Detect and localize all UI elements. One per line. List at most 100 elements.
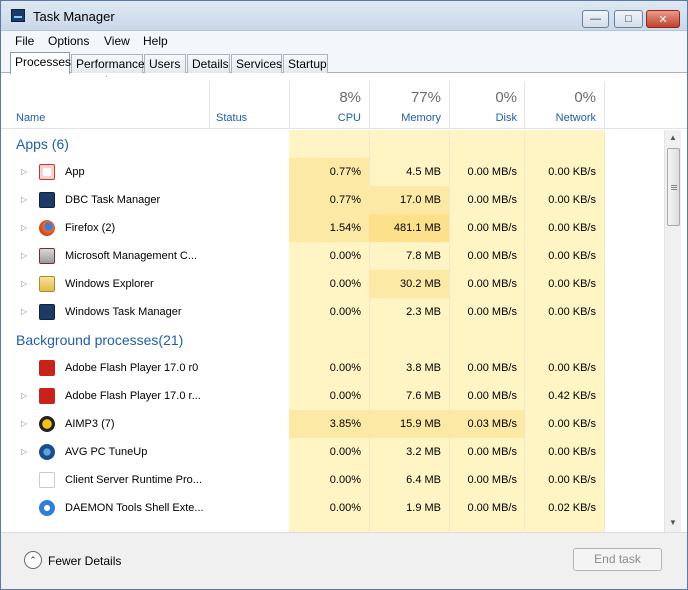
memory-value: 17.0 MB	[400, 194, 441, 206]
grip-icon	[671, 185, 677, 186]
app-icon	[39, 164, 55, 180]
disk-value: 0.00 MB/s	[467, 222, 517, 234]
vertical-scrollbar[interactable]: ▲ ▼	[664, 130, 681, 532]
network-value: 0.42 KB/s	[548, 390, 596, 402]
network-value: 0.00 KB/s	[548, 446, 596, 458]
expand-arrow-icon[interactable]: ▷	[21, 279, 27, 288]
cpu-value: 0.77%	[329, 194, 361, 206]
expand-arrow-icon[interactable]: ▷	[21, 251, 27, 260]
end-task-button[interactable]: End task	[573, 548, 662, 571]
process-name: Windows Explorer	[65, 278, 154, 290]
process-row[interactable]: ▷ AIMP3 (7) 3.85% 15.9 MB 0.03 MB/s 0.00 KB/s	[1, 410, 664, 438]
expand-arrow-icon[interactable]: ▷	[21, 447, 27, 456]
group-header-background[interactable]: Background processes(21)	[16, 332, 183, 348]
column-header: Name Status 8% CPU 77% Memory 0% Disk 0%…	[1, 77, 687, 129]
tab-users[interactable]: Users	[144, 54, 186, 73]
memory-value: 3.8 MB	[406, 362, 441, 374]
footer: ⌃ Fewer Details End task	[1, 532, 687, 589]
network-value: 0.00 KB/s	[548, 250, 596, 262]
flash-icon	[39, 388, 55, 404]
process-row[interactable]: ▷ Windows Task Manager 0.00% 2.3 MB 0.00 MB/…	[1, 298, 664, 326]
expand-arrow-icon[interactable]: ▷	[21, 223, 27, 232]
tab-services[interactable]: Services	[231, 54, 282, 73]
avg-icon	[39, 444, 55, 460]
cpu-value: 0.00%	[329, 474, 361, 486]
network-value: 0.00 KB/s	[548, 166, 596, 178]
expand-arrow-icon[interactable]: ▷	[21, 307, 27, 316]
expand-arrow-icon[interactable]: ▷	[21, 391, 27, 400]
cpu-value: 0.00%	[329, 446, 361, 458]
process-row[interactable]: ▷ AVG PC TuneUp 0.00% 3.2 MB 0.00 MB/s 0.00 K…	[1, 438, 664, 466]
maximize-button[interactable]: □	[614, 10, 643, 28]
cpu-value: 0.00%	[329, 362, 361, 374]
scroll-down-icon[interactable]: ▼	[669, 518, 677, 527]
cpu-value: 0.00%	[329, 278, 361, 290]
cpu-value: 0.00%	[329, 306, 361, 318]
expand-arrow-icon[interactable]: ▷	[21, 195, 27, 204]
flash-icon	[39, 360, 55, 376]
scroll-thumb[interactable]	[667, 148, 680, 226]
menu-view[interactable]: View	[104, 34, 130, 48]
process-row[interactable]: ▷ DBC Task Manager 0.77% 17.0 MB 0.00 MB/s 0.…	[1, 186, 664, 214]
column-divider[interactable]	[604, 81, 605, 129]
tab-startup[interactable]: Startup	[283, 54, 328, 73]
memory-total: 77%	[410, 89, 441, 106]
column-network[interactable]: Network	[524, 112, 596, 124]
aimp-icon	[39, 416, 55, 432]
disk-value: 0.00 MB/s	[467, 278, 517, 290]
fewer-details-link[interactable]: Fewer Details	[48, 554, 121, 568]
disk-total: 0%	[495, 89, 517, 106]
expand-arrow-icon[interactable]: ▷	[21, 419, 27, 428]
disk-value: 0.00 MB/s	[467, 474, 517, 486]
tab-performance[interactable]: Performance	[71, 54, 145, 73]
process-row[interactable]: ▷ Adobe Flash Player 17.0 r... 0.00% 7.6 MB…	[1, 382, 664, 410]
memory-value: 7.8 MB	[406, 250, 441, 262]
memory-value: 15.9 MB	[400, 418, 441, 430]
process-row[interactable]: ▷ Windows Explorer 0.00% 30.2 MB 0.00 MB/s 0.…	[1, 270, 664, 298]
close-button[interactable]: ✕	[646, 10, 680, 28]
column-cpu[interactable]: CPU	[289, 112, 361, 124]
menu-options[interactable]: Options	[48, 34, 89, 48]
process-row[interactable]: DAEMON Tools Shell Exte... 0.00% 1.9 MB 0.0…	[1, 494, 664, 522]
memory-value: 6.4 MB	[406, 474, 441, 486]
group-header-apps[interactable]: Apps (6)	[16, 136, 69, 152]
scroll-up-icon[interactable]: ▲	[669, 133, 677, 142]
process-row[interactable]: ▷ App 0.77% 4.5 MB 0.00 MB/s 0.00 KB/s	[1, 158, 664, 186]
chevron-up-icon[interactable]: ⌃	[24, 551, 42, 569]
title-bar: Task Manager — □ ✕	[1, 1, 687, 31]
expand-arrow-icon[interactable]: ▷	[21, 167, 27, 176]
network-value: 0.00 KB/s	[548, 362, 596, 374]
disk-value: 0.00 MB/s	[467, 446, 517, 458]
cpu-value: 0.77%	[329, 166, 361, 178]
disk-value: 0.00 MB/s	[467, 362, 517, 374]
task-manager-window: Task Manager — □ ✕ File Options View Hel…	[0, 0, 688, 590]
process-row[interactable]: Client Server Runtime Pro... 0.00% 6.4 MB 0…	[1, 466, 664, 494]
memory-value: 481.1 MB	[393, 222, 441, 234]
tab-details[interactable]: Details	[187, 54, 230, 73]
disk-value: 0.00 MB/s	[467, 194, 517, 206]
process-row[interactable]: ▷ Firefox (2) 1.54% 481.1 MB 0.00 MB/s 0.00 K…	[1, 214, 664, 242]
column-status[interactable]: Status	[216, 112, 247, 124]
process-name: App	[65, 166, 85, 178]
process-row[interactable]: ▷ Microsoft Management C... 0.00% 7.8 MB 0.0…	[1, 242, 664, 270]
network-value: 0.00 KB/s	[548, 194, 596, 206]
tab-processes[interactable]: Processes	[10, 52, 71, 74]
disk-value: 0.00 MB/s	[467, 166, 517, 178]
disk-value: 0.03 MB/s	[467, 418, 517, 430]
network-value: 0.00 KB/s	[548, 306, 596, 318]
menu-file[interactable]: File	[15, 34, 34, 48]
network-value: 0.02 KB/s	[548, 502, 596, 514]
process-row[interactable]: Adobe Flash Player 17.0 r0 0.00% 3.8 MB 0.0…	[1, 354, 664, 382]
menu-help[interactable]: Help	[143, 34, 168, 48]
network-value: 0.00 KB/s	[548, 222, 596, 234]
column-divider[interactable]	[209, 81, 210, 129]
column-name[interactable]: Name	[16, 112, 45, 124]
column-memory[interactable]: Memory	[369, 112, 441, 124]
disk-value: 0.00 MB/s	[467, 390, 517, 402]
network-value: 0.00 KB/s	[548, 278, 596, 290]
process-name: DAEMON Tools Shell Exte...	[65, 502, 204, 514]
network-value: 0.00 KB/s	[548, 418, 596, 430]
minimize-button[interactable]: —	[582, 10, 609, 28]
process-name: Adobe Flash Player 17.0 r0	[65, 362, 199, 374]
column-disk[interactable]: Disk	[449, 112, 517, 124]
